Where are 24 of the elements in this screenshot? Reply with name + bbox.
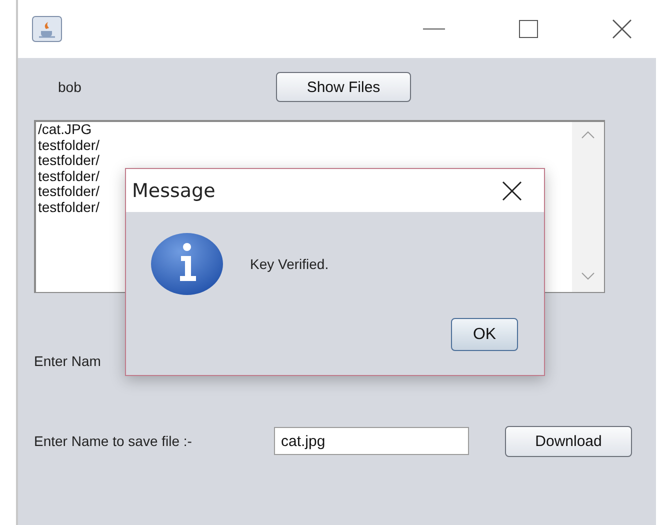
show-files-button[interactable]: Show Files — [276, 72, 411, 102]
dialog-message: Key Verified. — [250, 256, 329, 272]
maximize-icon[interactable] — [519, 20, 538, 38]
scroll-up-icon[interactable] — [581, 131, 595, 139]
ok-button[interactable]: OK — [451, 318, 518, 351]
file-list-item[interactable]: testfolder/ — [38, 153, 100, 169]
minimize-icon[interactable] — [423, 28, 445, 30]
close-icon[interactable] — [502, 180, 522, 200]
save-name-field[interactable]: cat.jpg — [274, 427, 469, 455]
dialog-title: Message — [132, 180, 216, 202]
user-label: bob — [58, 79, 82, 95]
info-icon — [150, 232, 224, 296]
file-list-item[interactable]: /cat.JPG — [38, 122, 92, 138]
file-list-item[interactable]: testfolder/ — [38, 200, 100, 216]
close-icon[interactable] — [612, 19, 632, 39]
name-label: Enter Nam — [34, 353, 101, 369]
cup-icon — [32, 16, 62, 42]
scrollbar[interactable] — [572, 122, 604, 292]
file-list-item[interactable]: testfolder/ — [38, 168, 100, 184]
scroll-down-icon[interactable] — [581, 272, 595, 280]
save-name-label: Enter Name to save file :- — [34, 433, 193, 449]
download-button[interactable]: Download — [505, 426, 632, 456]
file-list-item[interactable]: testfolder/ — [38, 184, 100, 200]
file-list-item[interactable]: testfolder/ — [38, 138, 100, 154]
